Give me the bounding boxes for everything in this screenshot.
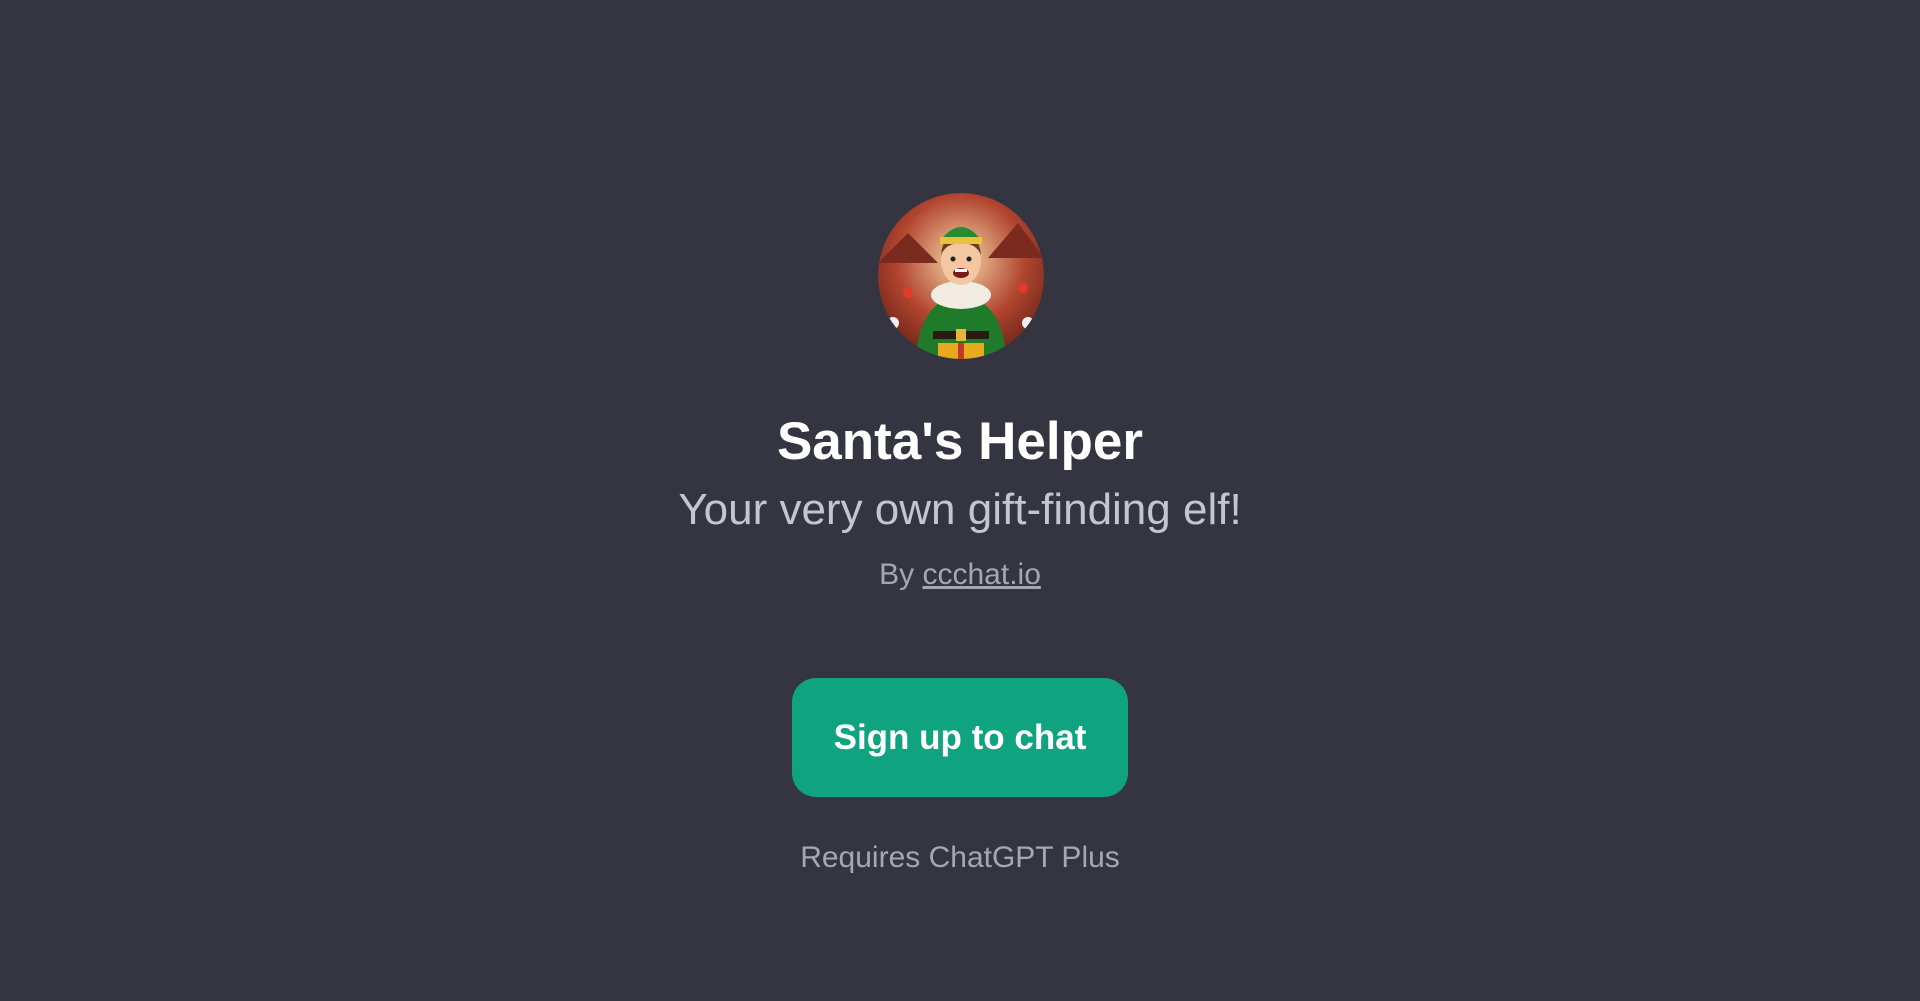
gpt-title: Santa's Helper: [776, 412, 1144, 471]
gpt-description: Your very own gift-finding elf!: [678, 485, 1242, 534]
requirement-note: Requires ChatGPT Plus: [800, 841, 1120, 874]
author-link[interactable]: ccchat.io: [922, 558, 1040, 591]
elf-avatar-icon: [878, 193, 1044, 359]
gpt-avatar: [878, 193, 1044, 359]
gpt-byline: By ccchat.io: [0, 555, 1920, 595]
byline-prefix: By: [879, 558, 915, 591]
gpt-landing-page: Santa's Helper Your very own gift-findin…: [0, 0, 1920, 1001]
sign-up-button[interactable]: Sign up to chat: [792, 678, 1128, 797]
